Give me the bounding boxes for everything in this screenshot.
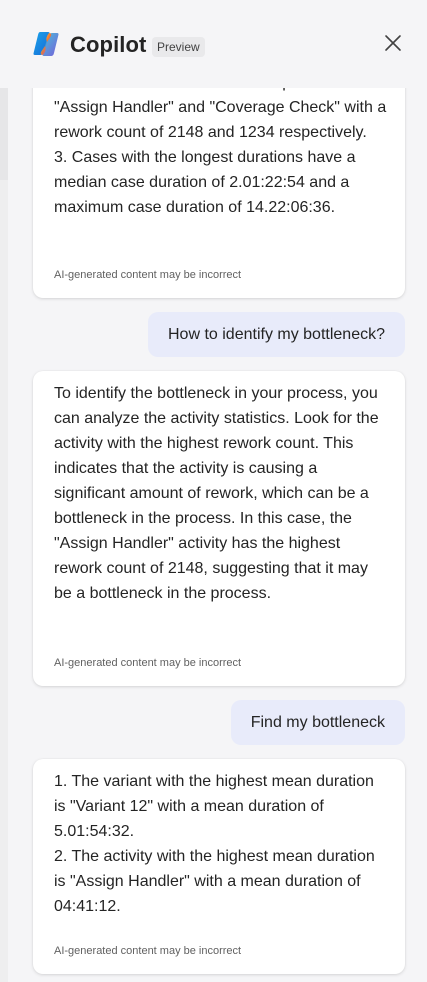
assistant-message-text: 2. The activities with the most repetiti… [54, 74, 387, 216]
assistant-message-card: To identify the bottleneck in your proce… [33, 371, 405, 686]
assistant-message-text: To identify the bottleneck in your proce… [54, 385, 379, 602]
copilot-panel: 2. The activities with the most repetiti… [0, 0, 427, 982]
panel-title: Copilot [70, 32, 147, 57]
ai-disclaimer: AI-generated content may be incorrect [54, 269, 242, 281]
user-message-bubble: Find my bottleneck [230, 700, 405, 745]
close-button[interactable] [380, 30, 406, 56]
ai-disclaimer: AI-generated content may be incorrect [54, 945, 242, 957]
user-message-bubble: How to identify my bottleneck? [148, 312, 405, 357]
chat-scroll-area[interactable]: 2. The activities with the most repetiti… [0, 0, 427, 982]
panel-header: Copilot Preview [0, 0, 427, 88]
copilot-logo-icon [31, 30, 61, 58]
preview-badge: Preview [152, 37, 205, 57]
close-icon [385, 35, 401, 51]
assistant-message-text: 1. The variant with the highest mean dur… [54, 773, 375, 915]
assistant-message-card: 1. The variant with the highest mean dur… [33, 759, 405, 974]
ai-disclaimer: AI-generated content may be incorrect [54, 657, 242, 669]
